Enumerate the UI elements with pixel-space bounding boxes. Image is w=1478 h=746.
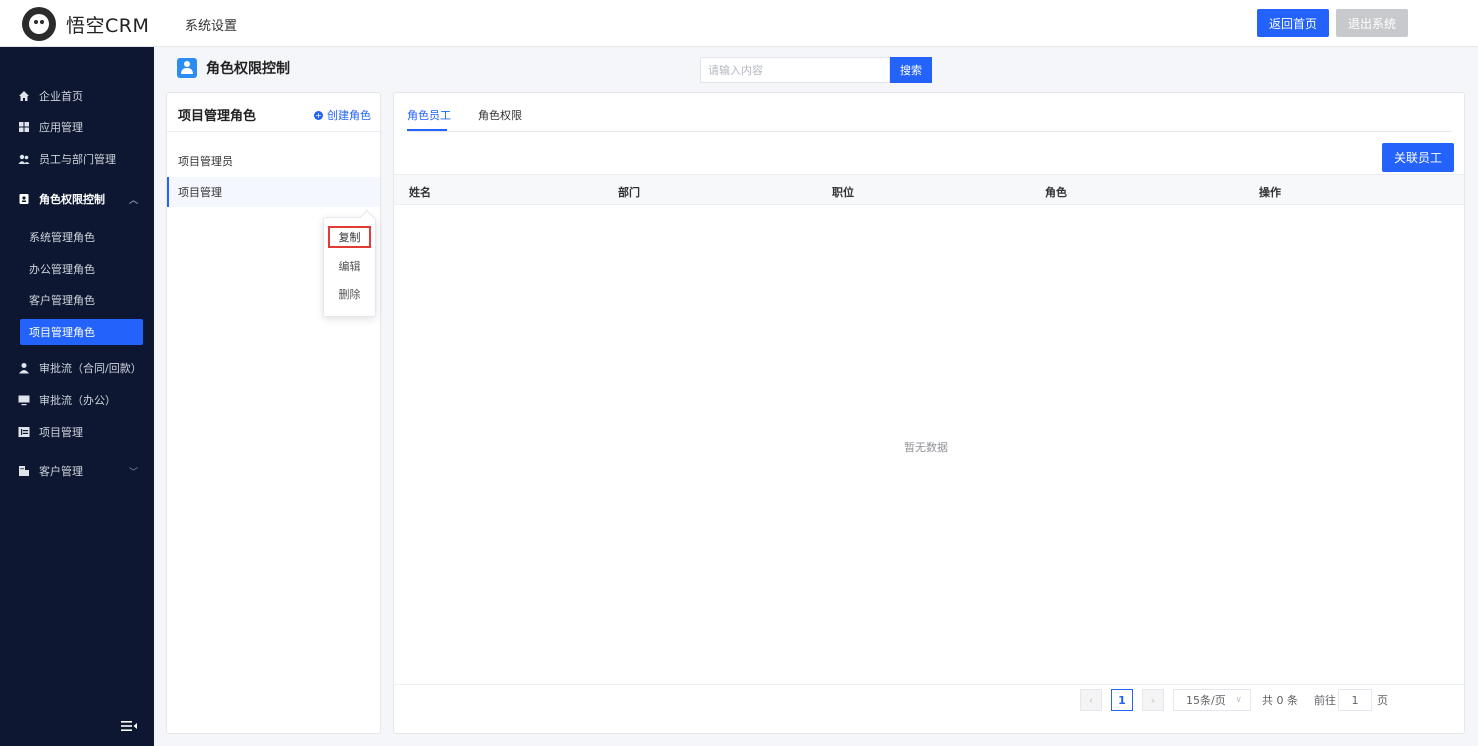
sidebar-item-approval-office[interactable]: 审批流（办公） xyxy=(0,386,154,414)
next-page-button[interactable]: › xyxy=(1142,689,1164,711)
apps-icon xyxy=(19,122,29,132)
sidebar-subitem-office-role[interactable]: 办公管理角色 xyxy=(20,256,143,282)
sidebar-item-label: 客户管理 xyxy=(39,465,83,478)
edit-menu-item[interactable]: 编辑 xyxy=(324,255,375,277)
users-icon xyxy=(18,154,30,164)
create-role-button[interactable]: + 创建角色 xyxy=(314,107,371,123)
page-size-select[interactable]: 15条/页 ∨ xyxy=(1173,689,1251,711)
empty-state-text: 暂无数据 xyxy=(904,441,948,454)
top-bar: 悟空CRM 系统设置 返回首页 退出系统 xyxy=(0,0,1478,47)
table-header: 姓名 部门 职位 角色 操作 xyxy=(394,174,1464,205)
role-list-panel: 项目管理角色 + 创建角色 项目管理员 项目管理 xyxy=(166,92,381,734)
role-item[interactable]: 项目管理员 xyxy=(167,146,380,176)
logo-text: 悟空CRM xyxy=(66,14,150,37)
goto-page-input[interactable]: 1 xyxy=(1338,689,1372,711)
sidebar-item-role-control[interactable]: 角色权限控制 ︿ xyxy=(0,185,154,213)
column-header-actions[interactable]: 操作 xyxy=(1259,184,1281,200)
chevron-up-icon: ︿ xyxy=(128,195,138,206)
customer-icon xyxy=(19,466,29,476)
section-title: 角色权限控制 xyxy=(206,61,290,77)
page-number-current[interactable]: 1 xyxy=(1111,689,1133,711)
column-header-department[interactable]: 部门 xyxy=(618,184,640,200)
back-home-button[interactable]: 返回首页 xyxy=(1257,9,1329,37)
plus-circle-icon: + xyxy=(314,110,323,120)
sidebar-item-label: 企业首页 xyxy=(39,90,83,103)
chevron-down-icon: ∨ xyxy=(1235,695,1242,705)
sidebar-item-label: 审批流（办公） xyxy=(39,394,116,407)
tab-divider xyxy=(407,131,1452,132)
sidebar: 企业首页 应用管理 员工与部门管理 角色权限控制 ︿ 系统管理角色 办公管理角色… xyxy=(0,47,154,746)
column-header-position[interactable]: 职位 xyxy=(832,184,854,200)
sidebar-item-label: 审批流（合同/回款） xyxy=(39,362,142,375)
page-title: 系统设置 xyxy=(185,19,238,34)
create-role-label: 创建角色 xyxy=(327,109,371,122)
sidebar-item-home[interactable]: 企业首页 xyxy=(0,82,154,110)
link-staff-button[interactable]: 关联员工 xyxy=(1382,143,1454,172)
column-header-name[interactable]: 姓名 xyxy=(409,184,431,200)
sidebar-item-customer[interactable]: 客户管理 ﹀ xyxy=(0,457,154,485)
sidebar-item-approval-contract[interactable]: 审批流（合同/回款） xyxy=(0,354,154,382)
tab-role-staff[interactable]: 角色员工 xyxy=(407,107,451,123)
sidebar-item-label: 项目管理 xyxy=(39,426,83,439)
logo[interactable]: 悟空CRM xyxy=(22,6,149,42)
role-item-selected[interactable]: 项目管理 xyxy=(167,177,380,207)
goto-label: 前往 xyxy=(1314,694,1336,707)
prev-page-button[interactable]: ‹ xyxy=(1080,689,1102,711)
sidebar-item-label: 员工与部门管理 xyxy=(39,153,116,166)
collapse-menu-icon[interactable] xyxy=(121,720,137,732)
sidebar-subitem-project-role[interactable]: 项目管理角色 xyxy=(20,319,143,345)
sidebar-item-users[interactable]: 员工与部门管理 xyxy=(0,145,154,173)
page-suffix: 页 xyxy=(1377,694,1388,707)
role-icon xyxy=(19,194,29,204)
page-size-value: 15条/页 xyxy=(1186,694,1226,707)
monkey-logo-icon xyxy=(22,7,56,41)
active-tab-indicator xyxy=(407,129,447,131)
tab-role-permission[interactable]: 角色权限 xyxy=(478,107,522,123)
role-detail-panel: 角色员工 角色权限 关联员工 姓名 部门 职位 角色 操作 暂无数据 ‹ 1 ›… xyxy=(393,92,1465,734)
sidebar-item-label: 角色权限控制 xyxy=(39,193,105,206)
user-badge-icon xyxy=(177,58,197,78)
search-input[interactable]: 请输入内容 xyxy=(700,57,890,83)
user-icon xyxy=(19,363,29,374)
sidebar-subitem-system-role[interactable]: 系统管理角色 xyxy=(20,224,143,250)
sidebar-item-apps[interactable]: 应用管理 xyxy=(0,113,154,141)
exit-system-button[interactable]: 退出系统 xyxy=(1336,9,1408,37)
search-button[interactable]: 搜索 xyxy=(890,57,932,83)
delete-menu-item[interactable]: 删除 xyxy=(324,283,375,305)
role-context-menu: 复制 编辑 删除 xyxy=(323,217,376,317)
copy-menu-item[interactable]: 复制 xyxy=(328,226,371,248)
project-icon xyxy=(18,427,30,437)
sidebar-item-label: 应用管理 xyxy=(39,121,83,134)
column-header-role[interactable]: 角色 xyxy=(1045,184,1067,200)
home-icon xyxy=(19,91,29,101)
monitor-icon xyxy=(18,395,30,406)
chevron-down-icon: ﹀ xyxy=(128,467,138,478)
sidebar-subitem-customer-role[interactable]: 客户管理角色 xyxy=(20,287,143,313)
pagination-divider xyxy=(394,684,1464,685)
divider xyxy=(167,131,380,132)
total-count: 共 0 条 xyxy=(1262,694,1298,707)
role-panel-title: 项目管理角色 xyxy=(178,109,257,124)
section-header: 角色权限控制 xyxy=(177,57,290,79)
sidebar-item-project[interactable]: 项目管理 xyxy=(0,418,154,446)
